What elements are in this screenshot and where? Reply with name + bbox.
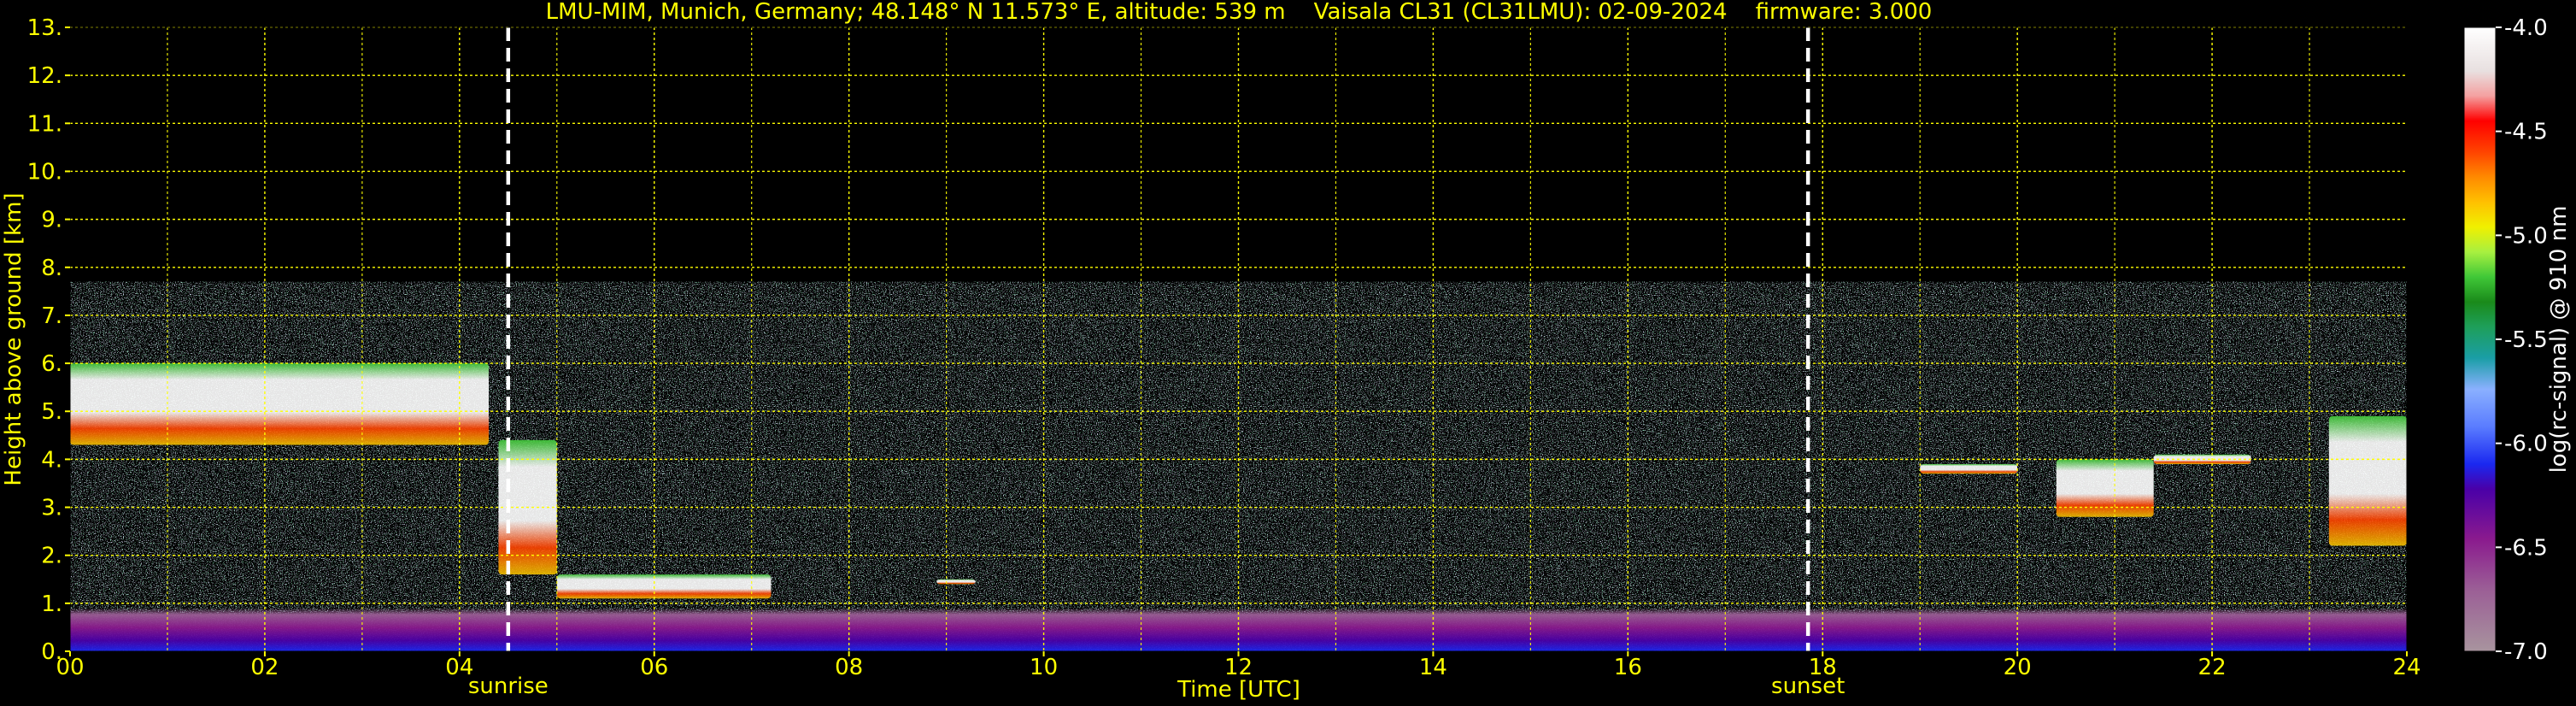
x-tick-label: 08	[835, 655, 863, 680]
colorbar-tick-label: -6.0	[2504, 432, 2548, 457]
y-tick-label: 9.	[41, 208, 62, 233]
ceilometer-chart: sunrise sunset 00 02 04 06 08 10 12 14 16 18 20 22 24…	[0, 0, 2576, 706]
feature-cloud-3	[936, 579, 976, 585]
y-tick-label: 11.	[27, 111, 62, 137]
y-tick-label: 13.	[27, 15, 62, 41]
x-tick-label: 22	[2198, 655, 2227, 680]
x-tick-label: 24	[2392, 655, 2421, 680]
chart-title: LMU-MIM, Munich, Germany; 48.148° N 11.5…	[546, 0, 1933, 25]
y-axis-label: Height above ground [km]	[1, 192, 26, 485]
x-tick-label: 16	[1614, 655, 1642, 680]
feature-cloud-layer-7	[2328, 415, 2407, 546]
colorbar-gradient	[2463, 26, 2497, 652]
y-tick-label: 1.	[41, 591, 62, 617]
y-tick-label: 7.	[41, 303, 62, 329]
colorbar-tick-label: -6.5	[2504, 535, 2548, 561]
sunrise-label: sunrise	[468, 674, 549, 699]
y-tick-label: 12.	[27, 63, 62, 89]
colorbar-tick-label: -5.5	[2504, 327, 2548, 353]
x-axis-label: Time [UTC]	[1177, 677, 1300, 703]
x-tick-label: 02	[250, 655, 279, 680]
feature-cloud-4	[1920, 464, 2018, 474]
y-tick-label: 6.	[41, 351, 62, 377]
x-tick-label: 20	[2004, 655, 2032, 680]
y-tick-label: 4.	[41, 447, 62, 473]
feature-cloud-layer-0	[70, 363, 490, 445]
colorbar-tick-label: -7.0	[2504, 639, 2548, 665]
feature-low-cloud-2	[556, 574, 772, 599]
y-tick-label: 3.	[41, 496, 62, 521]
colorbar-label: log(rc-signal) @ 910 nm	[2546, 206, 2572, 474]
x-tick-label: 06	[640, 655, 668, 680]
y-tick-label: 10.	[27, 159, 62, 185]
colorbar-tick-label: -5.0	[2504, 223, 2548, 249]
colorbar-tick-label: -4.0	[2504, 15, 2548, 41]
y-tick-label: 0.	[41, 639, 62, 665]
x-tick-label: 04	[445, 655, 473, 680]
x-tick-label: 18	[1809, 655, 1837, 680]
colorbar-tick-label: -4.5	[2504, 120, 2548, 145]
y-tick-label: 8.	[41, 256, 62, 281]
x-tick-label: 10	[1030, 655, 1058, 680]
y-tick-label: 2.	[41, 544, 62, 569]
x-tick-label: 14	[1419, 655, 1447, 680]
feature-cloud-5	[2056, 459, 2154, 517]
y-tick-label: 5.	[41, 399, 62, 425]
